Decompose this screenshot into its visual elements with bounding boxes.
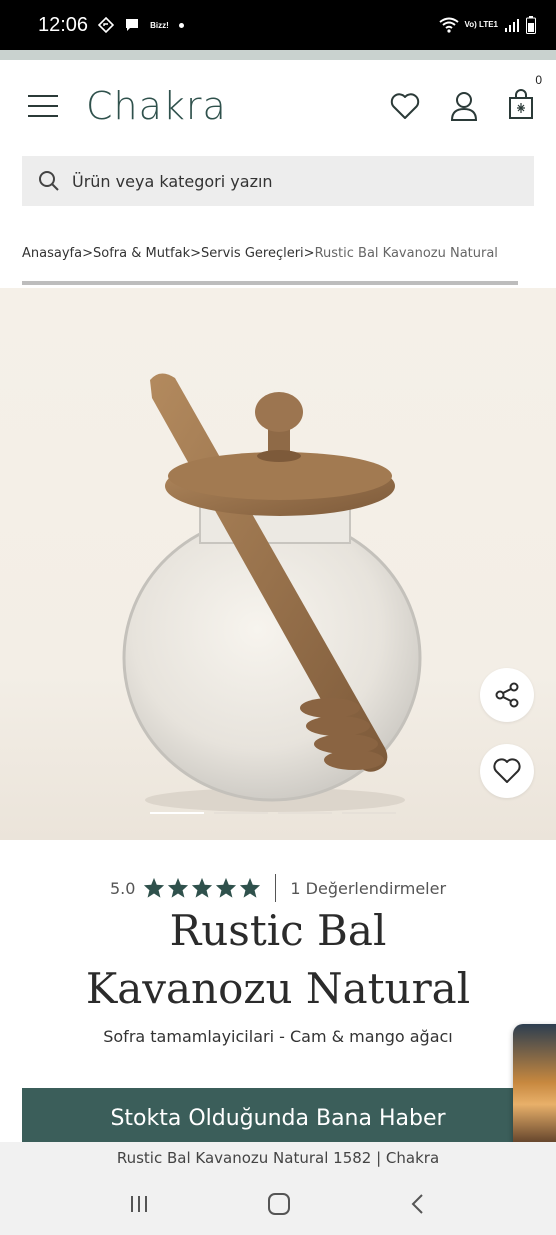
signal-icon bbox=[505, 19, 519, 32]
gallery-dot[interactable] bbox=[214, 812, 268, 814]
status-bar-right: Vo) LTE1 bbox=[438, 16, 536, 34]
browser-page-title: Rustic Bal Kavanozu Natural 1582 | Chakr… bbox=[0, 1142, 556, 1173]
home-icon[interactable] bbox=[267, 1192, 291, 1216]
announcement-strip bbox=[0, 50, 556, 60]
recent-apps-icon[interactable] bbox=[128, 1193, 150, 1215]
battery-icon bbox=[526, 16, 536, 34]
notification-text: Bizz! bbox=[150, 20, 169, 30]
cart-count-badge: 0 bbox=[535, 73, 542, 87]
product-title-line: Kavanozu Natural bbox=[85, 964, 471, 1013]
status-bar-left: 12:06 Bizz! bbox=[38, 14, 184, 37]
breadcrumb-item[interactable]: Servis Gereçleri bbox=[201, 246, 304, 261]
star-icon bbox=[216, 877, 237, 898]
star-icon bbox=[168, 877, 189, 898]
logo[interactable]: Chakra bbox=[86, 84, 227, 128]
rating-stars bbox=[143, 877, 261, 899]
share-icon bbox=[495, 682, 519, 708]
review-count-link[interactable]: 1 Değerlendirmeler bbox=[290, 879, 446, 898]
gallery-indicators bbox=[150, 812, 396, 814]
breadcrumb: Anasayfa>Sofra & Mutfak>Servis Gereçleri… bbox=[22, 246, 556, 261]
gallery-dot[interactable] bbox=[278, 812, 332, 814]
breadcrumb-current: Rustic Bal Kavanozu Natural bbox=[314, 246, 498, 261]
status-bar: 12:06 Bizz! Vo) LTE1 bbox=[0, 0, 556, 50]
breadcrumb-separator: > bbox=[190, 246, 202, 261]
search-bar[interactable] bbox=[22, 156, 534, 206]
shopping-bag-icon bbox=[509, 89, 533, 119]
breadcrumb-item[interactable]: Sofra & Mutfak bbox=[93, 246, 190, 261]
heart-icon[interactable] bbox=[390, 92, 420, 120]
chat-icon bbox=[126, 19, 139, 31]
product-title-line: Rustic Bal bbox=[169, 906, 387, 955]
search-input[interactable] bbox=[72, 171, 472, 191]
network-label: Vo) LTE1 bbox=[464, 20, 498, 29]
product-subtitle: Sofra tamamlayicilari - Cam & mango ağac… bbox=[103, 1027, 453, 1046]
gallery-dot[interactable] bbox=[342, 812, 396, 814]
user-icon[interactable] bbox=[450, 91, 478, 121]
star-icon bbox=[144, 877, 165, 898]
cart-button[interactable]: 0 bbox=[508, 73, 542, 123]
breadcrumb-separator: > bbox=[82, 246, 93, 261]
star-icon bbox=[240, 877, 261, 898]
product-image[interactable] bbox=[0, 288, 556, 840]
back-icon[interactable] bbox=[408, 1193, 428, 1215]
product-title: Rustic Bal Kavanozu Natural bbox=[0, 902, 556, 1018]
breadcrumb-separator: > bbox=[303, 246, 315, 261]
search-icon bbox=[39, 171, 59, 191]
location-nav-icon bbox=[98, 17, 115, 33]
hamburger-menu-icon[interactable] bbox=[28, 95, 58, 117]
breadcrumb-item[interactable]: Anasayfa bbox=[22, 246, 82, 261]
status-time: 12:06 bbox=[38, 13, 89, 36]
rating-value: 5.0 bbox=[109, 878, 136, 898]
notify-when-in-stock-button[interactable]: Stokta Olduğunda Bana Haber bbox=[22, 1088, 534, 1148]
system-navigation-bar bbox=[0, 1173, 556, 1235]
heart-icon bbox=[493, 758, 521, 783]
header-actions: 0 bbox=[390, 73, 542, 123]
product-rating: 5.0 1 Değerlendirmeler bbox=[0, 874, 556, 902]
favorite-button[interactable] bbox=[480, 744, 534, 798]
breadcrumb-scrollbar[interactable] bbox=[22, 281, 518, 285]
rating-divider bbox=[275, 874, 277, 902]
site-header: Chakra 0 bbox=[0, 60, 556, 152]
share-button[interactable] bbox=[480, 668, 534, 722]
honey-jar-illustration bbox=[122, 373, 422, 812]
wifi-icon bbox=[438, 17, 459, 33]
notification-dot-icon bbox=[178, 22, 184, 28]
gallery-dot[interactable] bbox=[150, 812, 204, 814]
star-icon bbox=[192, 877, 213, 898]
